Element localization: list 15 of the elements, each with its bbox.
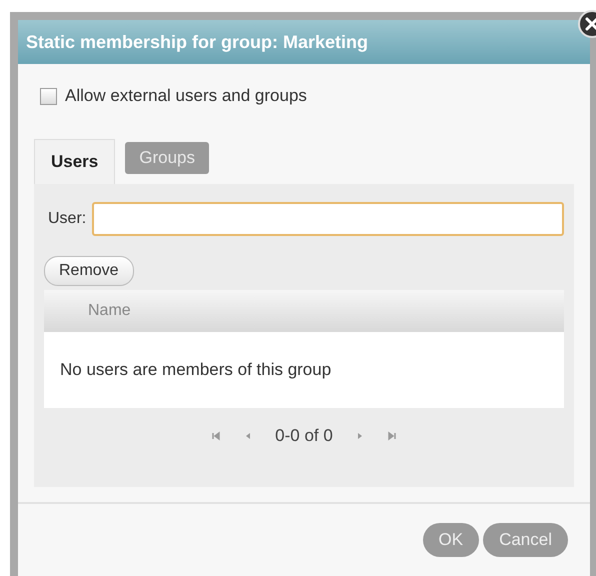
- first-page-icon[interactable]: [211, 431, 222, 441]
- last-page-icon[interactable]: [386, 431, 397, 441]
- dialog-title: Static membership for group: Marketing: [26, 32, 368, 52]
- page-range: 0-0 of 0: [275, 426, 333, 446]
- cancel-button[interactable]: Cancel: [483, 523, 568, 557]
- checkbox[interactable]: [40, 88, 57, 104]
- user-label: User:: [48, 210, 86, 228]
- checkbox-label: Allow external users and groups: [65, 86, 307, 106]
- user-input-field[interactable]: [92, 202, 564, 236]
- ok-button[interactable]: OK: [422, 523, 480, 557]
- remove-button[interactable]: Remove: [44, 256, 134, 286]
- tab[interactable]: Groups: [125, 142, 210, 174]
- column-header[interactable]: Name: [88, 302, 131, 320]
- empty-message: No users are members of this group: [60, 360, 332, 380]
- tab[interactable]: Users: [34, 139, 116, 184]
